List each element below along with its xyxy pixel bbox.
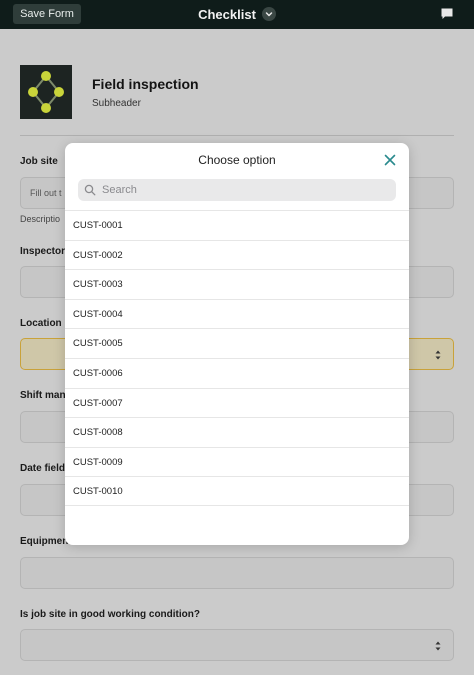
equipment-label: Equipment (20, 536, 72, 547)
equipment-field[interactable] (20, 557, 454, 589)
chevron-down-icon (265, 12, 273, 17)
option-item[interactable]: CUST-0002 (65, 239, 409, 270)
chat-icon[interactable] (440, 7, 454, 21)
select-arrows-icon (435, 350, 441, 360)
form-title: Field inspection (92, 76, 199, 92)
modal-title: Choose option (198, 153, 276, 167)
job-site-description: Descriptio (20, 214, 61, 224)
save-form-button[interactable]: Save Form (13, 4, 81, 24)
inspector-label: Inspector (20, 246, 66, 257)
title-dropdown-button[interactable] (261, 7, 276, 21)
job-site-placeholder: Fill out t (30, 188, 62, 198)
option-item[interactable]: CUST-0003 (65, 269, 409, 299)
search-input[interactable] (98, 179, 388, 201)
option-item[interactable]: CUST-0007 (65, 387, 409, 418)
option-item[interactable]: CUST-0008 (65, 417, 409, 447)
page-title: Checklist (198, 7, 256, 22)
option-item[interactable]: CUST-0005 (65, 328, 409, 358)
condition-select[interactable] (20, 629, 454, 661)
shift-manager-label: Shift mana (20, 390, 72, 401)
form-subheader: Subheader (92, 98, 141, 109)
job-site-label: Job site (20, 156, 58, 167)
option-item[interactable]: CUST-0010 (65, 476, 409, 506)
location-label: Location (20, 318, 62, 329)
close-icon[interactable] (384, 154, 396, 166)
option-item[interactable]: CUST-0001 (65, 210, 409, 240)
diamond-network-icon (28, 71, 64, 113)
top-bar: Save Form Checklist (0, 0, 474, 29)
divider (20, 135, 454, 136)
option-item[interactable]: CUST-0009 (65, 446, 409, 477)
search-icon (84, 184, 96, 196)
choose-option-modal: Choose option CUST-0001 CUST-0002 CUST-0… (65, 143, 409, 545)
search-box (78, 179, 396, 201)
option-item[interactable]: CUST-0006 (65, 357, 409, 388)
date-field-label: Date field (20, 463, 66, 474)
option-list: CUST-0001 CUST-0002 CUST-0003 CUST-0004 … (65, 210, 409, 506)
condition-label: Is job site in good working condition? (20, 609, 200, 620)
form-logo (20, 65, 72, 119)
select-arrows-icon (435, 641, 441, 651)
option-item[interactable]: CUST-0004 (65, 298, 409, 329)
